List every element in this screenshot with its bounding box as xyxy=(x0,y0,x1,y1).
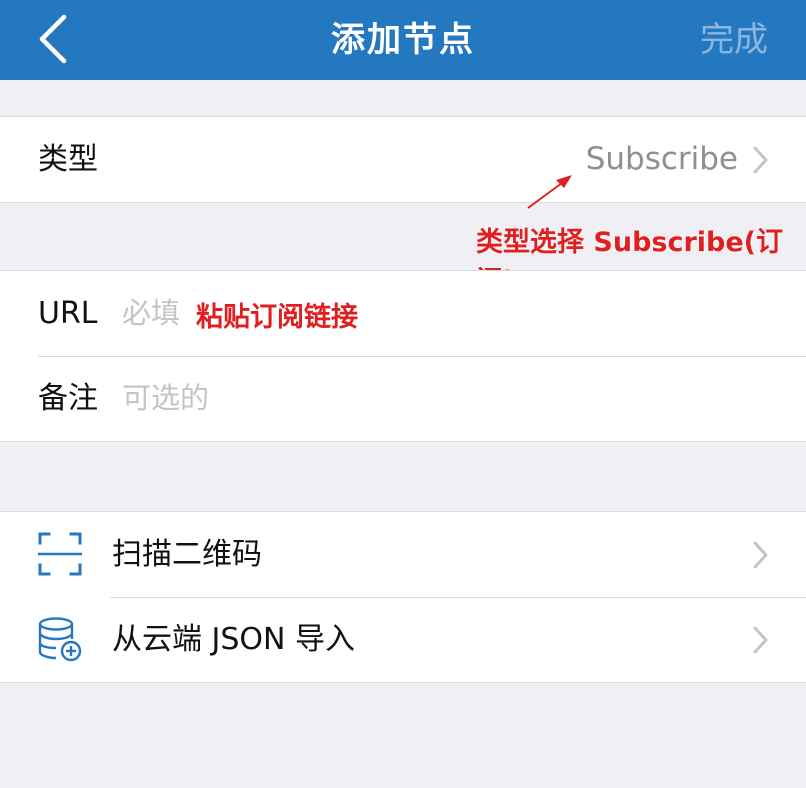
type-label: 类型 xyxy=(38,142,98,177)
type-value: Subscribe xyxy=(585,141,738,177)
url-label: URL xyxy=(38,296,98,331)
annotation-arrow-icon xyxy=(527,175,572,209)
url-row[interactable]: URL 必填 粘贴订阅链接 xyxy=(0,271,806,356)
remark-label: 备注 xyxy=(38,381,98,416)
chevron-right-icon xyxy=(753,146,768,174)
chevron-right-icon xyxy=(753,626,768,654)
remark-input[interactable]: 可选的 xyxy=(122,356,209,441)
scan-qr-row[interactable]: 扫描二维码 xyxy=(0,512,806,597)
page-title: 添加节点 xyxy=(331,20,475,60)
chevron-right-icon xyxy=(753,541,768,569)
url-annotation: 粘贴订阅链接 xyxy=(196,302,358,333)
type-section: 类型 Subscribe xyxy=(0,116,806,203)
remark-row[interactable]: 备注 可选的 xyxy=(0,356,806,441)
scan-qr-label: 扫描二维码 xyxy=(112,537,262,572)
navigation-bar: 添加节点 完成 xyxy=(0,0,806,80)
qr-scan-icon xyxy=(38,532,82,576)
form-section: URL 必填 粘贴订阅链接 备注 可选的 xyxy=(0,270,806,442)
import-json-row[interactable]: 从云端 JSON 导入 xyxy=(0,597,806,682)
done-button[interactable]: 完成 xyxy=(700,0,768,80)
actions-section: 扫描二维码 从云端 JSON 导入 xyxy=(0,511,806,683)
url-input[interactable]: 必填 xyxy=(122,271,180,356)
database-add-icon xyxy=(38,617,82,662)
import-json-label: 从云端 JSON 导入 xyxy=(112,622,356,657)
type-row[interactable]: 类型 Subscribe xyxy=(0,117,806,202)
